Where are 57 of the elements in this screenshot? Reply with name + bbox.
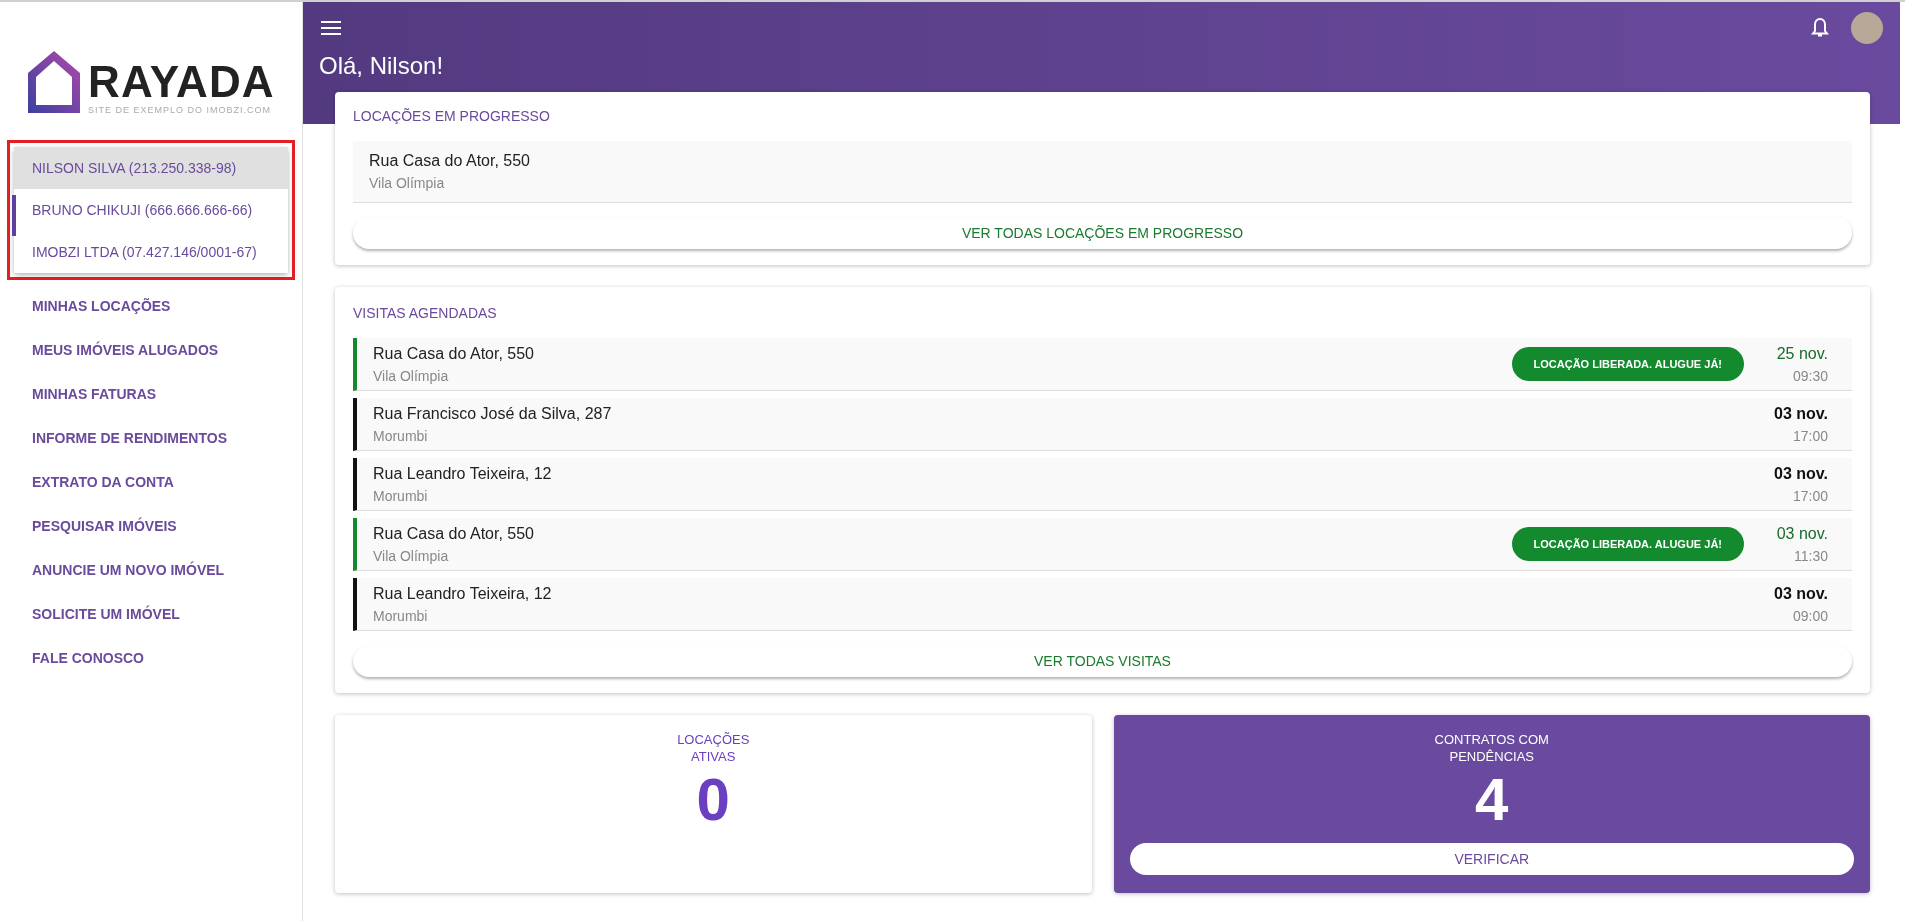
status-badge[interactable]: LOCAÇÃO LIBERADA. ALUGUE JÁ! — [1511, 347, 1744, 381]
street-name: Rua Casa do Ator, 550 — [369, 151, 531, 171]
district-name: Morumbi — [373, 606, 429, 626]
card-title: VISITAS AGENDADAS — [353, 304, 498, 323]
street-name: Rua Casa do Ator, 550 — [373, 343, 535, 364]
visit-row[interactable]: Rua Francisco José da Silva, 287 Morumbi 03 nov. 17:00 — [353, 398, 1852, 451]
greeting: Olá, Nilson! — [318, 51, 445, 81]
account-option[interactable]: NILSON SILVA (213.250.338-98) — [14, 147, 288, 189]
menu-link[interactable]: MEUS IMÓVEIS ALUGADOS — [0, 328, 302, 372]
visit-row[interactable]: Rua Casa do Ator, 550 Vila Olímpia LOCAÇÃO LIBERADA. ALUGUE JÁ! 25 nov. 09:30 — [353, 338, 1852, 391]
rental-row[interactable]: Rua Casa do Ator, 550 Vila Olímpia — [353, 141, 1852, 203]
district-name: Morumbi — [373, 486, 429, 506]
account-option[interactable]: IMOBZI LTDA (07.427.146/0001-67) — [14, 231, 288, 273]
menu-link[interactable]: PESQUISAR IMÓVEIS — [0, 504, 302, 548]
visit-time: 09:30 — [1792, 366, 1828, 386]
menu-link[interactable]: FALE CONOSCO — [0, 636, 302, 680]
visit-row[interactable]: Rua Leandro Teixeira, 12 Morumbi 03 nov. 09:00 — [353, 578, 1852, 631]
menu-link[interactable]: EXTRATO DA CONTA — [0, 460, 302, 504]
menu-link[interactable]: MINHAS FATURAS — [0, 372, 302, 416]
visit-date: 25 nov. — [1776, 343, 1828, 364]
logo-wordmark: RAYADA — [88, 59, 275, 104]
street-name: Rua Casa do Ator, 550 — [373, 523, 535, 544]
view-all-visits-button[interactable]: VER TODAS VISITAS — [353, 645, 1852, 677]
logo-tagline: SITE DE EXEMPLO DO IMOBZI.COM — [88, 103, 273, 117]
stat-label: LOCAÇÕES ATIVAS — [677, 731, 750, 765]
account-option[interactable]: BRUNO CHIKUJI (666.666.666-66) — [14, 189, 288, 231]
street-name: Rua Francisco José da Silva, 287 — [373, 403, 613, 424]
visit-date: 03 nov. — [1774, 583, 1828, 604]
menu-icon[interactable] — [321, 21, 341, 35]
visit-time: 17:00 — [1792, 426, 1828, 446]
district-name: Vila Olímpia — [373, 546, 450, 566]
visit-time: 11:30 — [1794, 546, 1828, 566]
stat-value: 0 — [696, 765, 730, 835]
menu-link[interactable]: MINHAS LOCAÇÕES — [0, 284, 302, 328]
stat-value: 4 — [1475, 765, 1509, 835]
menu-link[interactable]: ANUNCIE UM NOVO IMÓVEL — [0, 548, 302, 592]
district-name: Vila Olímpia — [369, 174, 446, 193]
menu-link[interactable]: SOLICITE UM IMÓVEL — [0, 592, 302, 636]
visit-date: 03 nov. — [1774, 403, 1828, 424]
district-name: Vila Olímpia — [373, 366, 450, 386]
status-badge[interactable]: LOCAÇÃO LIBERADA. ALUGUE JÁ! — [1511, 527, 1744, 561]
notification-bell-icon[interactable] — [1811, 18, 1829, 38]
visit-row[interactable]: Rua Casa do Ator, 550 Vila Olímpia LOCAÇÃO LIBERADA. ALUGUE JÁ! 03 nov. 11:30 — [353, 518, 1852, 571]
district-name: Morumbi — [373, 426, 429, 446]
card-title: LOCAÇÕES EM PROGRESSO — [353, 107, 551, 126]
visit-time: 09:00 — [1792, 606, 1828, 626]
visit-row[interactable]: Rua Leandro Teixeira, 12 Morumbi 03 nov. 17:00 — [353, 458, 1852, 511]
menu-link[interactable]: INFORME DE RENDIMENTOS — [0, 416, 302, 460]
view-all-rentals-button[interactable]: VER TODAS LOCAÇÕES EM PROGRESSO — [353, 217, 1852, 249]
street-name: Rua Leandro Teixeira, 12 — [373, 583, 553, 604]
visit-date: 03 nov. — [1774, 463, 1828, 484]
verify-button[interactable]: VERIFICAR — [1129, 843, 1854, 875]
active-indicator — [12, 195, 16, 236]
visit-time: 17:00 — [1792, 486, 1828, 506]
street-name: Rua Leandro Teixeira, 12 — [373, 463, 553, 484]
visit-date: 03 nov. — [1776, 523, 1828, 544]
stat-label: CONTRATOS COM PENDÊNCIAS — [1434, 731, 1549, 765]
